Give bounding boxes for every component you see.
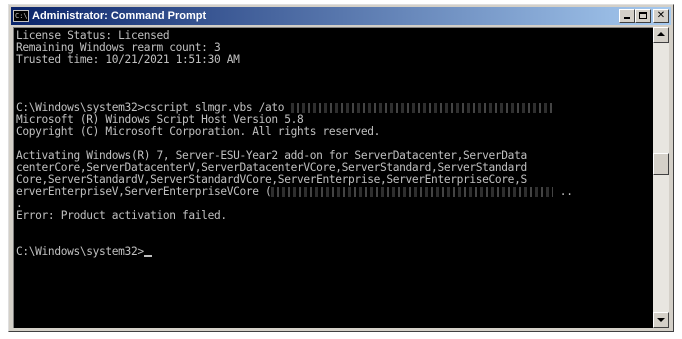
prompt-text: C:\Windows\system32> (16, 245, 144, 258)
vertical-scrollbar[interactable] (653, 27, 669, 328)
window-controls: ✕ (619, 9, 669, 23)
maximize-button[interactable] (635, 9, 651, 23)
prompt-line: C:\Windows\system32> (16, 246, 152, 258)
arrow-down-icon (657, 318, 665, 322)
minimize-icon (624, 17, 630, 19)
activation-text: erverEnterpriseV,ServerEnterpriseVCore ( (16, 185, 272, 198)
scroll-up-button[interactable] (653, 27, 669, 43)
activation-suffix: .. (553, 185, 573, 198)
console-line: erverEnterpriseV,ServerEnterpriseVCore (… (16, 186, 573, 198)
title-bar[interactable]: C:\ Administrator: Command Prompt ✕ (11, 7, 671, 25)
console-app-icon: C:\ (13, 10, 29, 22)
console-output[interactable]: License Status: Licensed Remaining Windo… (13, 27, 654, 328)
close-button[interactable]: ✕ (653, 9, 669, 23)
arrow-up-icon (657, 32, 665, 36)
text-cursor (143, 255, 152, 257)
redacted-activation-id (271, 187, 554, 197)
maximize-icon (639, 12, 647, 19)
console-line: Trusted time: 10/21/2021 1:51:30 AM (16, 53, 240, 66)
console-line: Copyright (C) Microsoft Corporation. All… (16, 125, 380, 138)
minimize-button[interactable] (619, 9, 635, 23)
window-title: Administrator: Command Prompt (32, 10, 207, 22)
scroll-down-button[interactable] (653, 312, 669, 328)
command-prompt-window: C:\ Administrator: Command Prompt ✕ Lice… (8, 4, 674, 332)
redacted-product-key (290, 103, 553, 113)
close-icon: ✕ (656, 10, 666, 21)
error-line: Error: Product activation failed. (16, 209, 227, 222)
scroll-thumb[interactable] (653, 153, 669, 175)
